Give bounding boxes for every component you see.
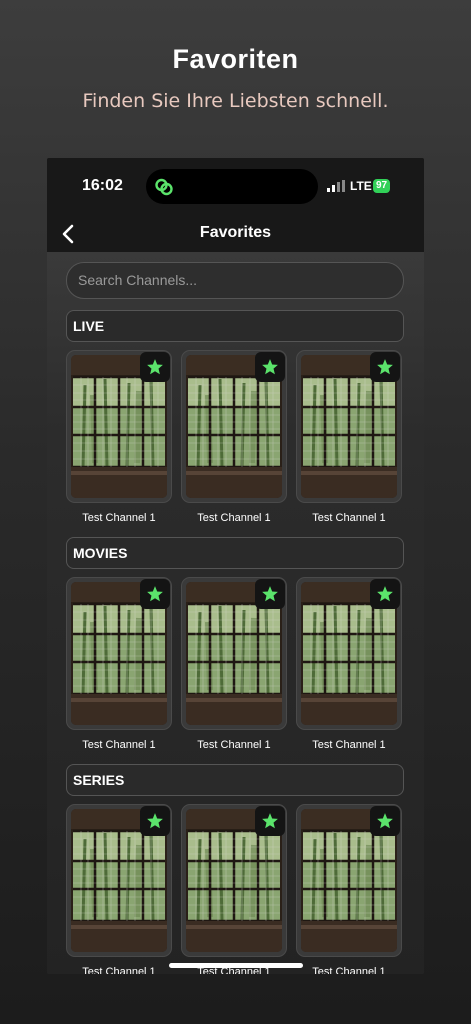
- favorite-button[interactable]: [370, 579, 400, 609]
- star-icon: [377, 813, 393, 829]
- section-header-series: SERIES: [66, 764, 404, 796]
- dynamic-island: [146, 169, 318, 204]
- channel-title: Test Channel 1: [82, 512, 156, 524]
- favorite-button[interactable]: [370, 806, 400, 836]
- status-time: 16:02: [82, 177, 123, 194]
- favorite-button[interactable]: [255, 579, 285, 609]
- channel-card[interactable]: [296, 804, 402, 957]
- section-header-movies: MOVIES: [66, 537, 404, 569]
- star-icon: [262, 813, 278, 829]
- channel-card[interactable]: [296, 350, 402, 503]
- nav-bar: Favorites: [47, 216, 424, 252]
- star-icon: [377, 359, 393, 375]
- channel-title: Test Channel 1: [197, 739, 271, 751]
- favorite-button[interactable]: [140, 579, 170, 609]
- channel-card[interactable]: [181, 577, 287, 730]
- favorite-button[interactable]: [255, 352, 285, 382]
- link-icon: [155, 178, 173, 196]
- network-type: LTE: [350, 179, 372, 193]
- favorite-button[interactable]: [255, 806, 285, 836]
- favorite-button[interactable]: [370, 352, 400, 382]
- channel-title: Test Channel 1: [312, 966, 386, 974]
- channel-title: Test Channel 1: [82, 966, 156, 974]
- star-icon: [377, 586, 393, 602]
- star-icon: [147, 586, 163, 602]
- star-icon: [147, 359, 163, 375]
- star-icon: [262, 359, 278, 375]
- promo-title: Favoriten: [172, 44, 299, 74]
- signal-icon: [327, 180, 345, 192]
- star-icon: [147, 813, 163, 829]
- promo-subtitle: Finden Sie Ihre Liebsten schnell.: [82, 90, 389, 112]
- favorite-button[interactable]: [140, 806, 170, 836]
- favorites-list[interactable]: Search Channels... LIVE Test Channel 1 Tes…: [47, 252, 424, 974]
- star-icon: [262, 586, 278, 602]
- page-title: Favorites: [199, 224, 272, 241]
- channel-title: Test Channel 1: [312, 739, 386, 751]
- channel-card[interactable]: [66, 804, 172, 957]
- favorite-button[interactable]: [140, 352, 170, 382]
- section-header-live: LIVE: [66, 310, 404, 342]
- channel-title: Test Channel 1: [82, 739, 156, 751]
- channel-card[interactable]: [66, 350, 172, 503]
- channel-card[interactable]: [181, 804, 287, 957]
- channel-card[interactable]: [181, 350, 287, 503]
- battery-indicator: 97: [373, 179, 391, 193]
- status-bar: 16:02 LTE 97: [47, 158, 424, 216]
- channel-title: Test Channel 1: [312, 512, 386, 524]
- search-input[interactable]: Search Channels...: [66, 262, 404, 299]
- home-indicator[interactable]: [169, 963, 303, 968]
- channel-card[interactable]: [66, 577, 172, 730]
- phone-screen: 16:02 LTE 97 Favorites Search Channels..…: [47, 158, 424, 974]
- channel-title: Test Channel 1: [197, 512, 271, 524]
- channel-card[interactable]: [296, 577, 402, 730]
